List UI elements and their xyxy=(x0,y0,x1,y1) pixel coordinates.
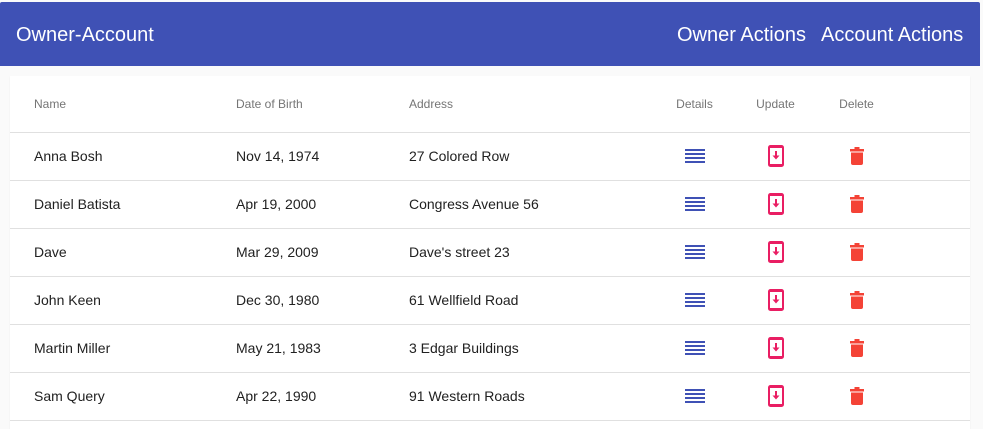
brand-link[interactable]: Owner-Account xyxy=(16,23,154,47)
update-cell xyxy=(735,228,816,277)
reorder-icon[interactable] xyxy=(675,232,715,272)
owner-address: 3 Edgar Buildings xyxy=(409,324,654,373)
details-cell xyxy=(654,180,735,229)
delete-icon[interactable] xyxy=(837,184,877,224)
owner-name: Sam Query xyxy=(10,372,236,421)
delete-cell xyxy=(816,324,897,373)
table-row: Anna Bosh Nov 14, 1974 27 Colored Row xyxy=(10,132,970,181)
owners-table: Name Date of Birth Address Details Updat… xyxy=(10,76,970,421)
delete-icon[interactable] xyxy=(837,136,877,176)
reorder-icon[interactable] xyxy=(675,280,715,320)
table-row: John Keen Dec 30, 1980 61 Wellfield Road xyxy=(10,276,970,325)
row-spacer xyxy=(897,276,970,325)
delete-cell xyxy=(816,228,897,277)
reorder-icon[interactable] xyxy=(675,376,715,416)
nav-account-actions[interactable]: Account Actions xyxy=(821,23,963,47)
delete-cell xyxy=(816,276,897,325)
row-spacer xyxy=(897,180,970,229)
nav-owner-actions[interactable]: Owner Actions xyxy=(677,23,806,47)
owner-address: Congress Avenue 56 xyxy=(409,180,654,229)
details-cell xyxy=(654,324,735,373)
owner-name: Daniel Batista xyxy=(10,180,236,229)
owner-address: 27 Colored Row xyxy=(409,132,654,181)
owners-table-card: Name Date of Birth Address Details Updat… xyxy=(10,76,970,429)
column-header-date-of-birth: Date of Birth xyxy=(236,76,409,133)
table-header-row: Name Date of Birth Address Details Updat… xyxy=(10,76,970,133)
details-cell xyxy=(654,372,735,421)
owner-name: Martin Miller xyxy=(10,324,236,373)
details-cell xyxy=(654,228,735,277)
delete-icon[interactable] xyxy=(837,280,877,320)
delete-icon[interactable] xyxy=(837,328,877,368)
table-row: Sam Query Apr 22, 1990 91 Western Roads xyxy=(10,372,970,421)
top-toolbar: Owner-Account Owner Actions Account Acti… xyxy=(0,2,980,66)
owner-address: Dave's street 23 xyxy=(409,228,654,277)
delete-icon[interactable] xyxy=(837,376,877,416)
reorder-icon[interactable] xyxy=(675,136,715,176)
row-spacer xyxy=(897,372,970,421)
update-cell xyxy=(735,276,816,325)
owner-date-of-birth: May 21, 1983 xyxy=(236,324,409,373)
column-header-details: Details xyxy=(654,76,735,133)
system-update-icon[interactable] xyxy=(756,328,796,368)
delete-cell xyxy=(816,372,897,421)
system-update-icon[interactable] xyxy=(756,232,796,272)
table-row: Martin Miller May 21, 1983 3 Edgar Buildin… xyxy=(10,324,970,373)
owner-date-of-birth: Apr 19, 2000 xyxy=(236,180,409,229)
owner-date-of-birth: Apr 22, 1990 xyxy=(236,372,409,421)
system-update-icon[interactable] xyxy=(756,280,796,320)
reorder-icon[interactable] xyxy=(675,328,715,368)
delete-cell xyxy=(816,180,897,229)
owner-address: 61 Wellfield Road xyxy=(409,276,654,325)
column-header-delete: Delete xyxy=(816,76,897,133)
system-update-icon[interactable] xyxy=(756,136,796,176)
row-spacer xyxy=(897,132,970,181)
delete-icon[interactable] xyxy=(837,232,877,272)
owner-date-of-birth: Mar 29, 2009 xyxy=(236,228,409,277)
row-spacer xyxy=(897,324,970,373)
owner-name: Dave xyxy=(10,228,236,277)
row-spacer xyxy=(897,228,970,277)
column-header-address: Address xyxy=(409,76,654,133)
details-cell xyxy=(654,132,735,181)
column-header-name: Name xyxy=(10,76,236,133)
update-cell xyxy=(735,324,816,373)
column-header-spacer xyxy=(897,76,970,133)
update-cell xyxy=(735,372,816,421)
table-row: Daniel Batista Apr 19, 2000 Congress Avenu… xyxy=(10,180,970,229)
delete-cell xyxy=(816,132,897,181)
owner-address: 91 Western Roads xyxy=(409,372,654,421)
column-header-update: Update xyxy=(735,76,816,133)
system-update-icon[interactable] xyxy=(756,184,796,224)
owner-date-of-birth: Nov 14, 1974 xyxy=(236,132,409,181)
table-row: Dave Mar 29, 2009 Dave's street 23 xyxy=(10,228,970,277)
owner-name: Anna Bosh xyxy=(10,132,236,181)
details-cell xyxy=(654,276,735,325)
owner-date-of-birth: Dec 30, 1980 xyxy=(236,276,409,325)
reorder-icon[interactable] xyxy=(675,184,715,224)
update-cell xyxy=(735,180,816,229)
update-cell xyxy=(735,132,816,181)
system-update-icon[interactable] xyxy=(756,376,796,416)
table-body: Anna Bosh Nov 14, 1974 27 Colored Row Danie… xyxy=(10,132,970,421)
owner-name: John Keen xyxy=(10,276,236,325)
